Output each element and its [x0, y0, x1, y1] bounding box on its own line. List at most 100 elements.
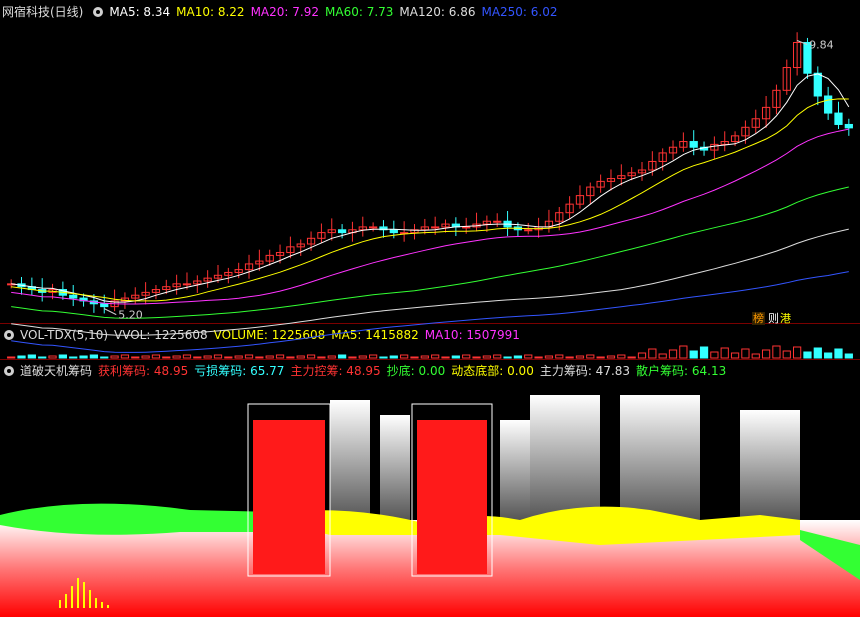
volume-bar: [462, 354, 471, 359]
volume-bar: [203, 355, 212, 359]
volume-bar: [668, 349, 678, 359]
volume-bar: [679, 345, 688, 359]
candle-body: [462, 226, 471, 229]
volume-bar: [586, 354, 595, 359]
badge-bang[interactable]: 榜: [752, 312, 765, 325]
volume-bar: [162, 356, 171, 359]
volume-bar: [844, 353, 853, 359]
volume-bar: [761, 349, 771, 359]
green-chip-band: [0, 503, 280, 535]
volume-bar: [627, 356, 636, 359]
volume-bar: [637, 352, 647, 359]
volume-bar: [658, 353, 667, 359]
badge-gang[interactable]: 港: [779, 312, 792, 325]
volume-bar: [182, 354, 192, 359]
volume-bar: [420, 355, 429, 359]
chip-grey-block-4: [620, 395, 700, 520]
volume-bar: [79, 355, 88, 359]
volume-bar: [575, 355, 585, 359]
candle-body: [69, 294, 78, 299]
volume-bar: [741, 348, 750, 359]
volume-bar: [110, 355, 119, 359]
volume-bar: [27, 354, 36, 359]
candle-body: [834, 112, 843, 125]
volume-bar: [513, 355, 523, 359]
candle-body: [493, 220, 502, 223]
candle-body: [182, 283, 192, 286]
volume-bar: [224, 356, 233, 359]
volume-bar: [286, 356, 295, 359]
volume-bar: [317, 356, 326, 359]
chip-grey-block-1: [380, 415, 410, 520]
volume-bar: [358, 355, 367, 359]
volume-bar: [275, 354, 285, 359]
candle-body: [524, 229, 533, 232]
volume-bar: [58, 354, 67, 359]
ma-line-2: [11, 128, 849, 305]
volume-bar: [772, 345, 781, 359]
volume-bar: [751, 353, 760, 359]
volume-bar: [296, 355, 305, 359]
volume-bar: [493, 354, 502, 359]
volume-bar: [389, 355, 398, 359]
volume-bar: [544, 355, 554, 359]
candle-body: [369, 226, 378, 229]
low-marker-label: 5.20: [118, 309, 142, 322]
candle-body: [337, 229, 347, 234]
volume-bar: [834, 348, 843, 359]
volume-bar: [369, 354, 378, 359]
volume-bar: [720, 347, 729, 359]
stock-chart: 9.84 5.20: [0, 32, 860, 617]
chip-main-block-0: [253, 420, 325, 574]
chip-grey-block-2: [500, 420, 530, 520]
high-marker-label: 9.84: [809, 38, 834, 51]
chip-grey-block-3: [530, 395, 600, 520]
volume-bar: [730, 352, 740, 359]
volume-bar: [431, 354, 440, 359]
volume-bar: [172, 355, 181, 359]
volume-bar: [710, 351, 719, 359]
volume-bar: [193, 356, 202, 359]
volume-bar: [327, 355, 336, 359]
candle-body: [100, 303, 109, 308]
volume-bar: [69, 356, 78, 359]
volume-bar: [793, 346, 802, 359]
volume-bar: [472, 356, 481, 359]
chip-grey-block-5: [740, 410, 800, 520]
volume-bar: [17, 355, 26, 359]
volume-bar: [7, 356, 16, 359]
volume-bar: [524, 354, 533, 359]
volume-bar: [120, 354, 130, 359]
volume-bar: [131, 356, 140, 359]
candle-body: [389, 229, 398, 234]
volume-bar: [141, 355, 150, 359]
volume-bar: [803, 351, 812, 359]
volume-bar: [617, 354, 626, 359]
volume-bar: [100, 356, 109, 359]
volume-bar: [379, 356, 388, 359]
volume-bar: [689, 350, 698, 359]
volume-bar: [596, 356, 605, 359]
volume-bar: [234, 355, 243, 359]
volume-bar: [534, 356, 543, 359]
chip-main-block-1: [417, 420, 487, 574]
candle-body: [844, 123, 853, 129]
volume-bar: [824, 352, 833, 359]
volume-bar: [451, 355, 460, 359]
candle-body: [431, 226, 440, 229]
volume-bar: [38, 356, 47, 359]
volume-bar: [503, 356, 512, 359]
candle-body: [689, 141, 698, 148]
volume-bar: [348, 356, 357, 359]
volume-bar: [400, 354, 409, 359]
volume-bar: [606, 355, 616, 359]
volume-bar: [441, 356, 450, 359]
volume-bar: [565, 356, 574, 359]
volume-bar: [89, 354, 99, 359]
candle-body: [813, 72, 822, 97]
volume-bar: [410, 356, 419, 359]
volume-bar: [813, 347, 822, 359]
volume-bar: [337, 354, 347, 359]
volume-bar: [782, 350, 791, 359]
volume-bar: [699, 346, 709, 359]
